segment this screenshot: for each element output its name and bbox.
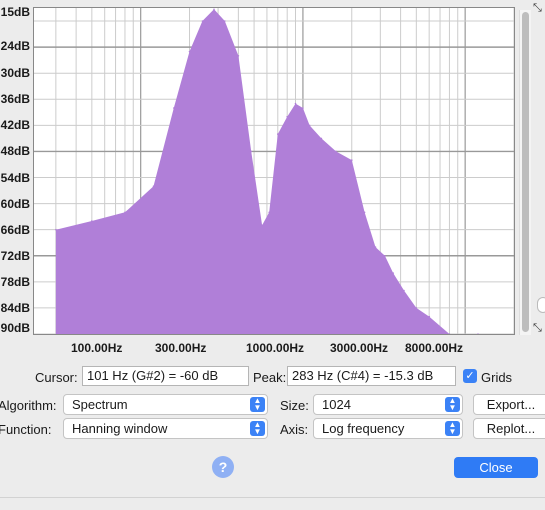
close-button[interactable]: Close — [454, 457, 538, 478]
y-label: 72dB — [0, 249, 30, 263]
zoom-handle-top-icon[interactable]: ⤡ — [533, 2, 545, 14]
algorithm-select[interactable]: Spectrum ▲ ▼ — [63, 394, 268, 415]
y-label: 54dB — [0, 171, 30, 185]
function-value: Hanning window — [72, 421, 168, 436]
x-label: 1000.00Hz — [246, 341, 305, 355]
spectrum-point — [224, 20, 226, 22]
grids-label: Grids — [481, 370, 513, 385]
spectrum-point — [294, 102, 297, 105]
cursor-label: Cursor: — [35, 370, 78, 385]
spectrum-point — [351, 159, 353, 161]
spectrum-point — [152, 185, 155, 187]
scroll-thumb[interactable] — [522, 12, 529, 332]
size-label: Size: — [280, 398, 309, 413]
spectrum-point — [448, 333, 451, 334]
y-label: 24dB — [0, 39, 30, 53]
peak-label: Peak: — [253, 370, 287, 385]
y-label: 30dB — [0, 66, 30, 80]
axis-select[interactable]: Log frequency ▲ ▼ — [313, 418, 463, 439]
vertical-scrollbar[interactable] — [519, 10, 531, 335]
spectrum-point — [91, 220, 93, 222]
algorithm-value: Spectrum — [72, 397, 128, 412]
spectrum-point — [268, 211, 270, 214]
zoom-handle-bottom-icon[interactable]: ⤡ — [533, 322, 545, 334]
spectrum-point — [213, 8, 215, 11]
y-label: 90dB — [0, 321, 30, 335]
spectrum-point — [201, 20, 204, 22]
y-label: 78dB — [0, 275, 30, 289]
spectrum-point — [374, 246, 377, 248]
y-label: 48dB — [0, 144, 30, 158]
x-label: 100.00Hz — [71, 341, 123, 355]
spectrum-point — [173, 107, 175, 109]
y-label: 42dB — [0, 118, 30, 132]
y-label: 36dB — [0, 92, 30, 106]
replot-button[interactable]: Replot... — [473, 418, 545, 439]
peak-field[interactable]: 283 Hz (C#4) = -15.3 dB — [287, 366, 456, 386]
chevron-updown-icon: ▲ ▼ — [445, 421, 460, 436]
chevron-updown-icon: ▲ ▼ — [250, 397, 265, 412]
spectrum-point — [237, 55, 240, 57]
bottom-divider — [0, 497, 545, 498]
cursor-field[interactable]: 101 Hz (G#2) = -60 dB — [82, 366, 249, 386]
y-label: 84dB — [0, 301, 30, 315]
spectrum-point — [392, 272, 395, 274]
size-value: 1024 — [322, 397, 351, 412]
spectrum-point — [428, 315, 431, 318]
spectrum-point — [308, 124, 311, 127]
chevron-updown-icon: ▲ ▼ — [250, 421, 265, 436]
function-select[interactable]: Hanning window ▲ ▼ — [63, 418, 268, 439]
spectrum-point — [261, 224, 263, 227]
algorithm-label: Algorithm: — [0, 398, 57, 413]
size-select[interactable]: 1024 ▲ ▼ — [313, 394, 463, 415]
spectrum-point — [302, 107, 304, 109]
spectrum-point — [320, 137, 323, 140]
spectrum-point — [403, 289, 405, 292]
x-label: 3000.00Hz — [330, 341, 389, 355]
spectrum-point — [55, 228, 57, 231]
chevron-updown-icon: ▲ ▼ — [445, 397, 460, 412]
spectrum-svg — [34, 8, 514, 334]
spectrum-point — [477, 333, 479, 334]
zoom-slider-knob[interactable] — [537, 297, 545, 313]
grids-checkbox[interactable]: ✓ — [463, 369, 477, 383]
y-label: 66dB — [0, 223, 30, 237]
y-label: 60dB — [0, 197, 30, 211]
spectrum-point — [124, 211, 126, 214]
spectrum-point — [335, 150, 337, 153]
help-icon[interactable]: ? — [212, 456, 234, 478]
x-label: 300.00Hz — [155, 341, 207, 355]
function-label: Function: — [0, 422, 52, 437]
spectrum-point — [415, 307, 418, 309]
axis-value: Log frequency — [322, 421, 405, 436]
spectrum-point — [363, 211, 366, 214]
spectrum-plot[interactable] — [33, 7, 515, 335]
export-button[interactable]: Export... — [473, 394, 545, 415]
axis-label: Axis: — [280, 422, 309, 437]
spectrum-point — [250, 150, 252, 153]
spectrum-point — [188, 50, 191, 53]
spectrum-point — [277, 133, 279, 135]
x-label: 8000.00Hz — [405, 341, 464, 355]
y-label: 15dB — [0, 5, 30, 19]
spectrum-point — [286, 115, 288, 118]
spectrum-point — [384, 255, 386, 257]
